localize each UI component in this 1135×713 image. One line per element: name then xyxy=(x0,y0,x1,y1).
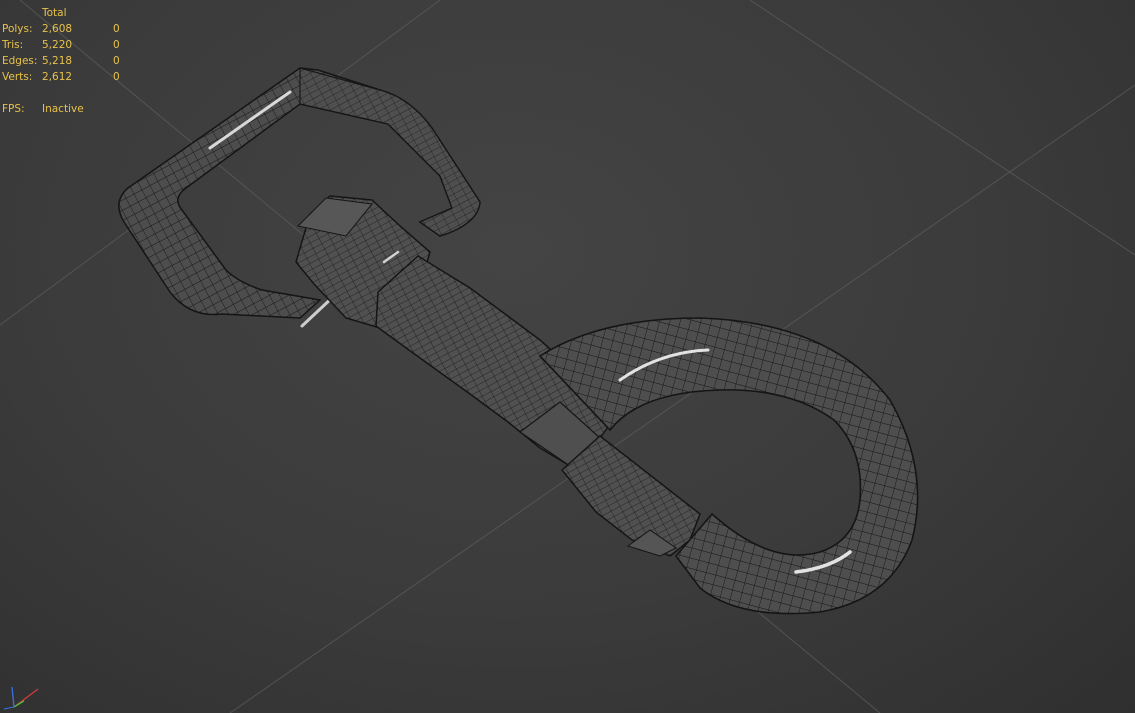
fps-label: FPS: xyxy=(2,103,25,115)
stats-header-total: Total xyxy=(42,7,67,19)
stat-label: Verts: xyxy=(2,71,33,83)
axis-origin-icon xyxy=(3,706,15,710)
z-axis-icon xyxy=(11,686,15,708)
stat-label: Edges: xyxy=(2,55,38,67)
y-axis-icon xyxy=(13,700,25,708)
fps-value: Inactive xyxy=(42,103,84,115)
stat-total-value: 5,220 xyxy=(42,39,73,51)
stat-total-value: 5,218 xyxy=(42,55,73,67)
spring-gate[interactable] xyxy=(560,435,701,557)
viewport-scene[interactable] xyxy=(0,0,1135,713)
3d-viewport[interactable]: Total Polys: 2,608 0 Tris: 5,220 0 Edges… xyxy=(0,0,1135,713)
stat-selected-value: 0 xyxy=(113,71,120,83)
stat-selected-value: 0 xyxy=(113,55,120,67)
stat-total-value: 2,612 xyxy=(42,71,73,83)
stat-total-value: 2,608 xyxy=(42,23,73,35)
axis-tripod-icon xyxy=(3,686,39,710)
stat-label: Tris: xyxy=(2,39,24,51)
stat-selected-value: 0 xyxy=(113,23,120,35)
stat-label: Polys: xyxy=(2,23,33,35)
stat-selected-value: 0 xyxy=(113,39,120,51)
